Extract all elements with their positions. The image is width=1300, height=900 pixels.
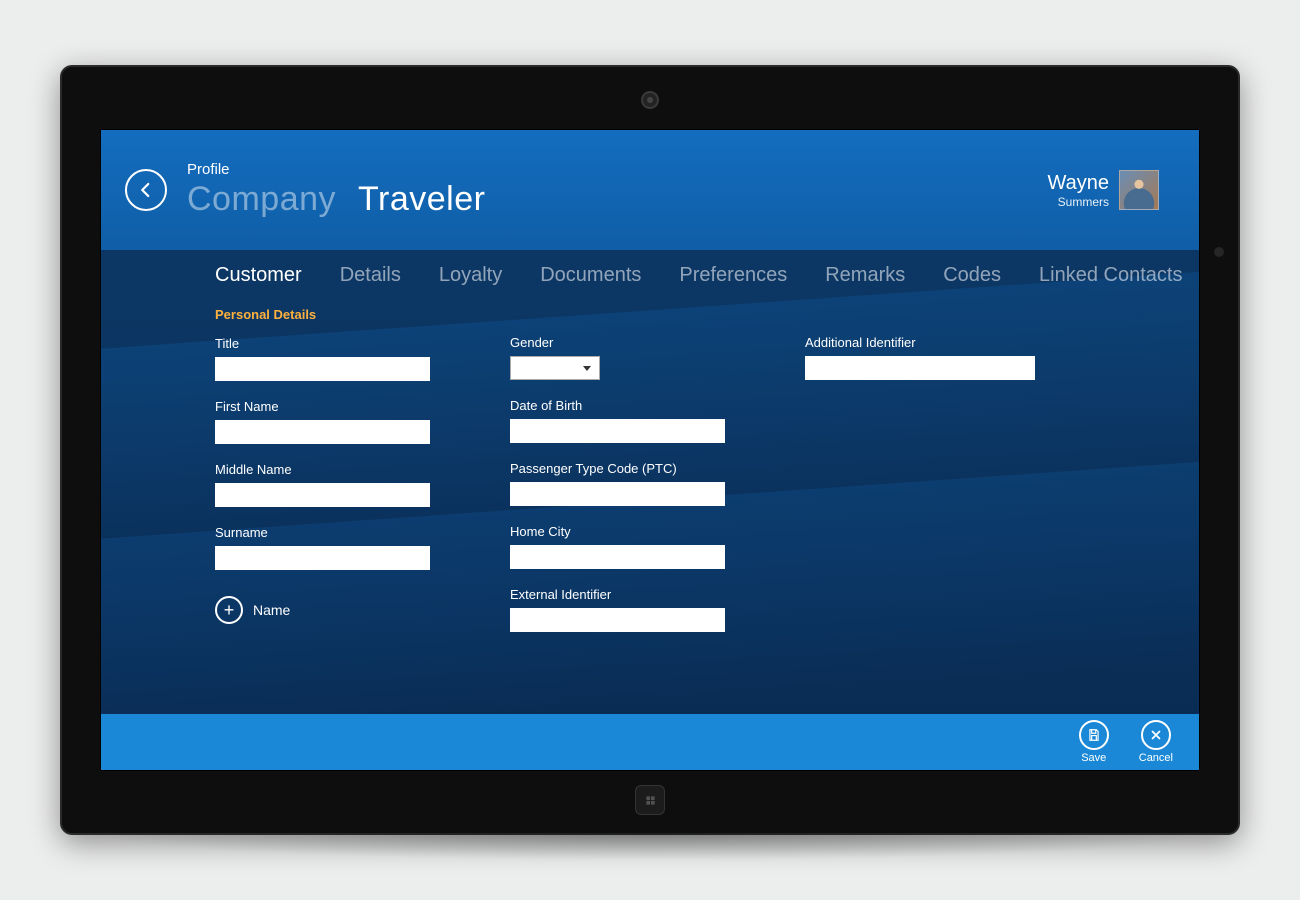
close-icon (1149, 728, 1163, 742)
current-user[interactable]: Wayne Summers (1047, 170, 1159, 210)
device-home-button[interactable] (635, 785, 665, 815)
back-button[interactable] (125, 169, 167, 211)
device-shadow (86, 833, 1215, 861)
gender-label: Gender (510, 335, 725, 350)
section-title-personal-details: Personal Details (215, 307, 430, 322)
additional-id-label: Additional Identifier (805, 335, 1035, 350)
save-icon (1087, 728, 1101, 742)
header-bar: Profile Company Traveler Wayne Summers (101, 130, 1199, 250)
breadcrumb-traveler: Traveler (358, 180, 485, 218)
tab-details[interactable]: Details (340, 264, 401, 287)
surname-label: Surname (215, 525, 430, 540)
arrow-left-icon (137, 181, 155, 199)
tab-linked-contacts[interactable]: Linked Contacts (1039, 264, 1182, 287)
tab-remarks[interactable]: Remarks (825, 264, 905, 287)
app-screen: Profile Company Traveler Wayne Summers Cu… (100, 129, 1200, 771)
cancel-label: Cancel (1139, 752, 1173, 764)
dob-input[interactable] (510, 419, 725, 443)
middle-name-input[interactable] (215, 483, 430, 507)
save-label: Save (1081, 752, 1106, 764)
ptc-input[interactable] (510, 482, 725, 506)
title-label: Title (215, 336, 430, 351)
external-id-input[interactable] (510, 608, 725, 632)
dob-label: Date of Birth (510, 398, 725, 413)
ptc-label: Passenger Type Code (PTC) (510, 461, 725, 476)
tab-customer[interactable]: Customer (215, 264, 302, 287)
tab-codes[interactable]: Codes (943, 264, 1001, 287)
cancel-button[interactable]: Cancel (1139, 720, 1173, 764)
user-first-name: Wayne (1047, 172, 1109, 195)
add-name-label: Name (253, 602, 290, 618)
middle-name-label: Middle Name (215, 462, 430, 477)
title-input[interactable] (215, 357, 430, 381)
breadcrumb-company[interactable]: Company (187, 180, 336, 218)
user-last-name: Summers (1047, 195, 1109, 209)
external-id-label: External Identifier (510, 587, 725, 602)
action-bar: Save Cancel (101, 714, 1199, 770)
tab-documents[interactable]: Documents (540, 264, 641, 287)
windows-icon (645, 795, 656, 806)
tab-loyalty[interactable]: Loyalty (439, 264, 502, 287)
device-camera (641, 91, 659, 109)
plus-icon: + (215, 596, 243, 624)
tab-preferences[interactable]: Preferences (679, 264, 787, 287)
tablet-device-frame: Profile Company Traveler Wayne Summers Cu… (60, 65, 1240, 835)
surname-input[interactable] (215, 546, 430, 570)
avatar (1119, 170, 1159, 210)
home-city-label: Home City (510, 524, 725, 539)
breadcrumb: Profile Company Traveler (187, 161, 1047, 219)
tab-row: Customer Details Loyalty Documents Prefe… (101, 250, 1199, 299)
home-city-input[interactable] (510, 545, 725, 569)
additional-id-input[interactable] (805, 356, 1035, 380)
gender-select[interactable] (510, 356, 600, 380)
first-name-label: First Name (215, 399, 430, 414)
device-sensor (1214, 247, 1224, 257)
form-area: Personal Details Title First Name Middle… (101, 299, 1199, 714)
add-name-button[interactable]: + Name (215, 596, 430, 624)
first-name-input[interactable] (215, 420, 430, 444)
save-button[interactable]: Save (1079, 720, 1109, 764)
breadcrumb-profile: Profile (187, 161, 1047, 178)
